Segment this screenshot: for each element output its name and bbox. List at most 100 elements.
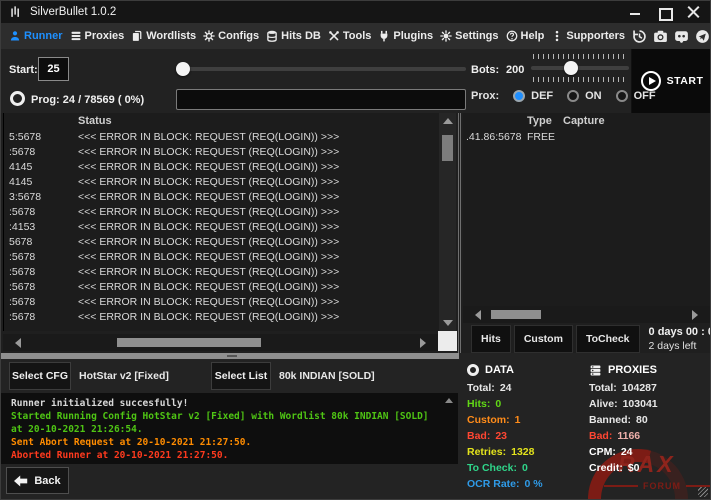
proxy-stats-title: PROXIES [608, 364, 657, 376]
row-status: <<< ERROR IN BLOCK: REQUEST (REQ(LOGIN))… [74, 161, 339, 173]
start-label: Start: [9, 64, 38, 76]
close-button[interactable] [687, 6, 700, 19]
minimize-button[interactable] [629, 6, 642, 19]
prox-radio-off[interactable] [616, 90, 628, 102]
stat-line: CPM: 24 [589, 444, 711, 460]
menu-item-settings[interactable]: Settings [440, 30, 498, 42]
main-panels: Status 5:5678 <<< ERROR IN BLOCK: REQUES… [1, 113, 711, 353]
panel-splitter-vertical[interactable] [456, 113, 463, 353]
prox-option-def[interactable]: DEF [531, 90, 553, 102]
scroll-up-icon[interactable] [443, 118, 453, 124]
maximize-button[interactable] [658, 6, 671, 19]
row-source: 5:5678 [4, 131, 74, 143]
row-status: <<< ERROR IN BLOCK: REQUEST (REQ(LOGIN))… [74, 221, 339, 233]
discord-icon[interactable] [674, 29, 689, 44]
configs-icon [203, 30, 215, 42]
menu-item-proxies[interactable]: Proxies [70, 30, 125, 42]
table-row[interactable]: .41.86:5678 FREE [463, 129, 710, 144]
row-source: :5678 [4, 281, 74, 293]
capture-table-horizontal-scrollbar[interactable] [463, 306, 710, 323]
select-cfg-button[interactable]: Select CFG [9, 362, 71, 390]
tab-tocheck[interactable]: ToCheck [576, 325, 640, 353]
history-icon[interactable] [632, 29, 647, 44]
scroll-left-icon[interactable] [15, 338, 21, 348]
stat-line: Retries: 1328 [467, 444, 585, 460]
selected-wordlist-name: 80k INDIAN [SOLD] [279, 370, 375, 382]
tab-custom[interactable]: Custom [514, 325, 573, 353]
prox-option-on[interactable]: ON [585, 90, 602, 102]
title-bar: SilverBullet 1.0.2 [1, 1, 711, 23]
menu-item-runner[interactable]: Runner [9, 30, 63, 42]
type-column-header[interactable]: Type [527, 115, 563, 127]
scroll-right-icon[interactable] [420, 338, 426, 348]
table-row[interactable]: 4145 <<< ERROR IN BLOCK: REQUEST (REQ(LO… [4, 159, 439, 174]
log-scroll-up-icon[interactable] [445, 398, 453, 403]
prox-radio-on[interactable] [567, 90, 579, 102]
table-row[interactable]: :5678 <<< ERROR IN BLOCK: REQUEST (REQ(L… [4, 249, 439, 264]
camera-icon[interactable] [653, 29, 668, 44]
horizontal-scroll-thumb[interactable] [491, 310, 541, 319]
row-source: 5678 [4, 236, 74, 248]
back-arrow-icon [14, 475, 28, 487]
start-slider-thumb[interactable] [176, 62, 190, 76]
table-row[interactable]: :5678 <<< ERROR IN BLOCK: REQUEST (REQ(L… [4, 294, 439, 309]
table-row[interactable]: :5678 <<< ERROR IN BLOCK: REQUEST (REQ(L… [4, 264, 439, 279]
table-row[interactable]: 5:5678 <<< ERROR IN BLOCK: REQUEST (REQ(… [4, 129, 439, 144]
prox-radio-def[interactable] [513, 90, 525, 102]
config-bar: Select CFG HotStar v2 [Fixed] Select Lis… [1, 359, 459, 393]
bots-slider-ticks-bottom [533, 77, 627, 82]
row-source: :5678 [4, 296, 74, 308]
table-row[interactable]: :5678 <<< ERROR IN BLOCK: REQUEST (REQ(L… [4, 309, 439, 324]
row-status: <<< ERROR IN BLOCK: REQUEST (REQ(LOGIN))… [74, 146, 339, 158]
stat-label: Bad: [589, 430, 612, 442]
stat-line: Banned: 80 [589, 412, 711, 428]
vertical-scroll-thumb[interactable] [442, 135, 453, 161]
scroll-down-icon[interactable] [443, 320, 453, 326]
bots-slider-thumb[interactable] [564, 61, 578, 75]
table-row[interactable]: :5678 <<< ERROR IN BLOCK: REQUEST (REQ(L… [4, 144, 439, 159]
menu-item-configs[interactable]: Configs [203, 30, 259, 42]
capture-column-header[interactable]: Capture [563, 115, 605, 127]
start-button[interactable]: START [631, 49, 711, 113]
stat-line: Alive: 103041 [589, 396, 711, 412]
tab-hits[interactable]: Hits [471, 325, 511, 353]
log-line: Started Running Config HotStar v2 [Fixed… [11, 410, 444, 436]
table-row[interactable]: :4153 <<< ERROR IN BLOCK: REQUEST (REQ(L… [4, 219, 439, 234]
stat-label: OCR Rate: [467, 478, 520, 490]
select-list-button[interactable]: Select List [211, 362, 271, 390]
start-slider[interactable] [176, 61, 466, 77]
window-title: SilverBullet 1.0.2 [30, 6, 116, 18]
prox-option-off[interactable]: OFF [634, 90, 656, 102]
menu-item-hits-db[interactable]: Hits DB [266, 30, 321, 42]
play-icon [641, 71, 661, 91]
menu-item-plugins[interactable]: Plugins [378, 30, 433, 42]
menu-item-tools[interactable]: Tools [328, 30, 372, 42]
start-count-input[interactable] [38, 57, 69, 81]
table-row[interactable]: 5678 <<< ERROR IN BLOCK: REQUEST (REQ(LO… [4, 234, 439, 249]
table-row[interactable]: :5678 <<< ERROR IN BLOCK: REQUEST (REQ(L… [4, 204, 439, 219]
database-icon [266, 30, 278, 42]
stat-value: 103041 [623, 398, 658, 410]
telegram-icon[interactable] [695, 29, 710, 44]
proxy-stats-panel: PROXIES Total: 104287 Alive: 103041 Bann… [589, 359, 711, 476]
row-status: <<< ERROR IN BLOCK: REQUEST (REQ(LOGIN))… [74, 281, 339, 293]
scroll-left-icon[interactable] [475, 310, 481, 320]
menu-item-supporters[interactable]: Supporters [551, 30, 625, 42]
capture-table-header: Type Capture [463, 113, 710, 129]
table-row[interactable]: 4145 <<< ERROR IN BLOCK: REQUEST (REQ(LO… [4, 174, 439, 189]
table-row[interactable]: 3:5678 <<< ERROR IN BLOCK: REQUEST (REQ(… [4, 189, 439, 204]
scroll-right-icon[interactable] [692, 310, 698, 320]
menu-item-wordlists[interactable]: Wordlists [131, 30, 196, 42]
stat-value: $0 [628, 462, 640, 474]
horizontal-scroll-thumb[interactable] [117, 338, 261, 347]
menu-item-help[interactable]: Help [506, 30, 545, 42]
stat-value: 24 [500, 382, 512, 394]
status-column-header[interactable]: Status [74, 115, 112, 127]
status-table-horizontal-scrollbar[interactable] [3, 334, 438, 351]
status-table-vertical-scrollbar[interactable] [439, 113, 456, 331]
back-button[interactable]: Back [6, 467, 69, 494]
runner-log: Runner initialized succesfully!Started R… [1, 393, 458, 464]
table-row[interactable]: :5678 <<< ERROR IN BLOCK: REQUEST (REQ(L… [4, 279, 439, 294]
resize-grip[interactable] [698, 487, 708, 497]
bots-slider[interactable] [531, 54, 629, 82]
